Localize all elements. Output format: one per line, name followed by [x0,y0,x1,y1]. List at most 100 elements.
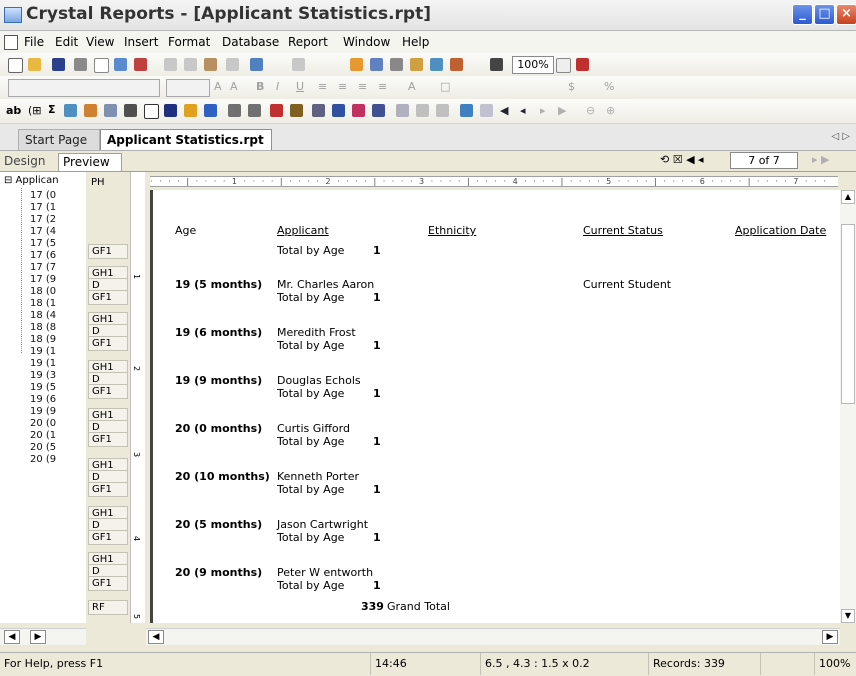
justify-icon[interactable]: ≡ [378,80,387,93]
font-color-icon[interactable]: A [408,80,416,93]
menu-window[interactable]: Window [343,35,390,49]
tree-item[interactable]: 18 (9 [30,334,86,345]
group-expert-icon[interactable] [228,104,241,117]
map-icon[interactable] [204,104,217,117]
close-button[interactable]: × [836,4,856,25]
section-label[interactable]: GF1 [88,290,128,305]
maximize-button[interactable]: □ [814,4,835,25]
tree-item[interactable]: 17 (6 [30,250,86,261]
tab-design[interactable]: Design [4,153,45,170]
redo-icon[interactable] [292,58,305,71]
font-shrink-icon[interactable]: A [230,80,238,93]
summary-icon[interactable]: Σ [48,103,56,116]
align-left-icon[interactable]: ≡ [318,80,327,93]
tab-scroll-icon[interactable]: ◁ ▷ [831,131,850,142]
section-expert-icon[interactable] [290,104,303,117]
format-painter-icon[interactable] [226,58,239,71]
line-icon[interactable] [124,104,137,117]
report-style-icon[interactable] [372,104,385,117]
tree-item[interactable]: 18 (0 [30,286,86,297]
export-icon[interactable] [114,58,127,71]
section-label[interactable]: GF1 [88,530,128,545]
tree-horizontal-scrollbar[interactable]: ◀ ▶ [0,628,86,645]
underline-icon[interactable]: U [296,80,304,93]
scroll-right-icon[interactable]: ▶ [822,630,838,644]
menu-database[interactable]: Database [222,35,279,49]
tree-item[interactable]: 17 (7 [30,262,86,273]
lock-format-icon[interactable] [396,104,409,117]
italic-icon[interactable]: I [276,80,279,93]
last-page-icon[interactable]: ▶ [558,104,566,117]
section-label[interactable]: GF1 [88,482,128,497]
first-page-icon[interactable]: ◀ [500,104,508,117]
scroll-left-icon[interactable]: ◀ [148,630,164,644]
scroll-thumb[interactable] [841,224,855,404]
new-icon[interactable] [8,58,23,73]
tree-scroll-left-icon[interactable]: ◀ [4,630,20,644]
scroll-down-icon[interactable]: ▼ [841,609,855,623]
field-explorer-icon[interactable] [350,58,363,71]
currency-icon[interactable]: $ [568,80,575,93]
percent-icon[interactable]: % [604,80,614,93]
tree-item[interactable]: 17 (0 [30,190,86,201]
font-size-select[interactable] [166,79,210,97]
binoculars-icon[interactable] [490,58,503,71]
subreport-icon[interactable] [104,104,117,117]
tab-applicant-statistics[interactable]: Applicant Statistics.rpt × [100,129,272,167]
tree-root[interactable]: ⊟ Applican [4,175,59,186]
tree-item[interactable]: 20 (1 [30,430,86,441]
print-icon[interactable] [74,58,87,71]
repository-icon[interactable] [390,58,403,71]
report-explorer-icon[interactable] [370,58,383,71]
dependency-icon[interactable] [410,58,423,71]
menu-file[interactable]: File [24,35,44,49]
border-icon[interactable]: □ [440,80,450,93]
page-next-icons[interactable]: ▸ ▶ [812,153,829,166]
next-page-icon[interactable]: ▸ [540,104,546,117]
cross-tab-icon[interactable] [64,104,77,117]
tree-item[interactable]: 20 (5 [30,442,86,453]
section-label-ph[interactable]: PH [88,176,128,189]
menu-insert[interactable]: Insert [124,35,158,49]
minimize-button[interactable]: _ [792,4,813,25]
page-nav-icons[interactable]: ⟲ ☒ ◀ ◂ [660,153,704,166]
tree-item[interactable]: 19 (5 [30,382,86,393]
find-icon[interactable] [450,58,463,71]
font-name-select[interactable] [8,79,160,97]
menu-edit[interactable]: Edit [55,35,78,49]
menu-help[interactable]: Help [402,35,429,49]
tree-item[interactable]: 18 (4 [30,310,86,321]
tree-item[interactable]: 18 (1 [30,298,86,309]
text-object-icon[interactable]: ab [6,104,21,117]
tree-item[interactable]: 18 (8 [30,322,86,333]
sort-expert-icon[interactable] [248,104,261,117]
prev-page-icon[interactable]: ◂ [520,104,526,117]
tree-item[interactable]: 19 (1 [30,346,86,357]
move-icon[interactable] [436,104,449,117]
save-icon[interactable] [52,58,65,71]
chart-icon[interactable] [184,104,197,117]
back-icon[interactable]: ⊖ [586,104,595,117]
print-preview-icon[interactable] [94,58,109,73]
open-icon[interactable] [28,58,41,71]
tree-item[interactable]: 17 (4 [30,226,86,237]
scroll-up-icon[interactable]: ▲ [841,190,855,204]
tree-item[interactable]: 17 (9 [30,274,86,285]
template-icon[interactable] [332,104,345,117]
tree-item[interactable]: 20 (9 [30,454,86,465]
hyperlink-icon[interactable] [352,104,365,117]
tree-item[interactable]: 19 (3 [30,370,86,381]
cut-icon[interactable] [164,58,177,71]
tree-scroll-right-icon[interactable]: ▶ [30,630,46,644]
menu-format[interactable]: Format [168,35,210,49]
workbench-icon[interactable] [430,58,443,71]
formula-workshop-icon[interactable] [312,104,325,117]
document-icon[interactable] [4,35,18,50]
section-label[interactable]: GF1 [88,244,128,259]
zoom-select[interactable]: 100% [512,56,554,74]
bold-icon[interactable]: B [256,80,264,93]
tree-item[interactable]: 19 (9 [30,406,86,417]
section-label-rf[interactable]: RF [88,600,128,615]
tree-item[interactable]: 17 (1 [30,202,86,213]
paste-icon[interactable] [204,58,217,71]
